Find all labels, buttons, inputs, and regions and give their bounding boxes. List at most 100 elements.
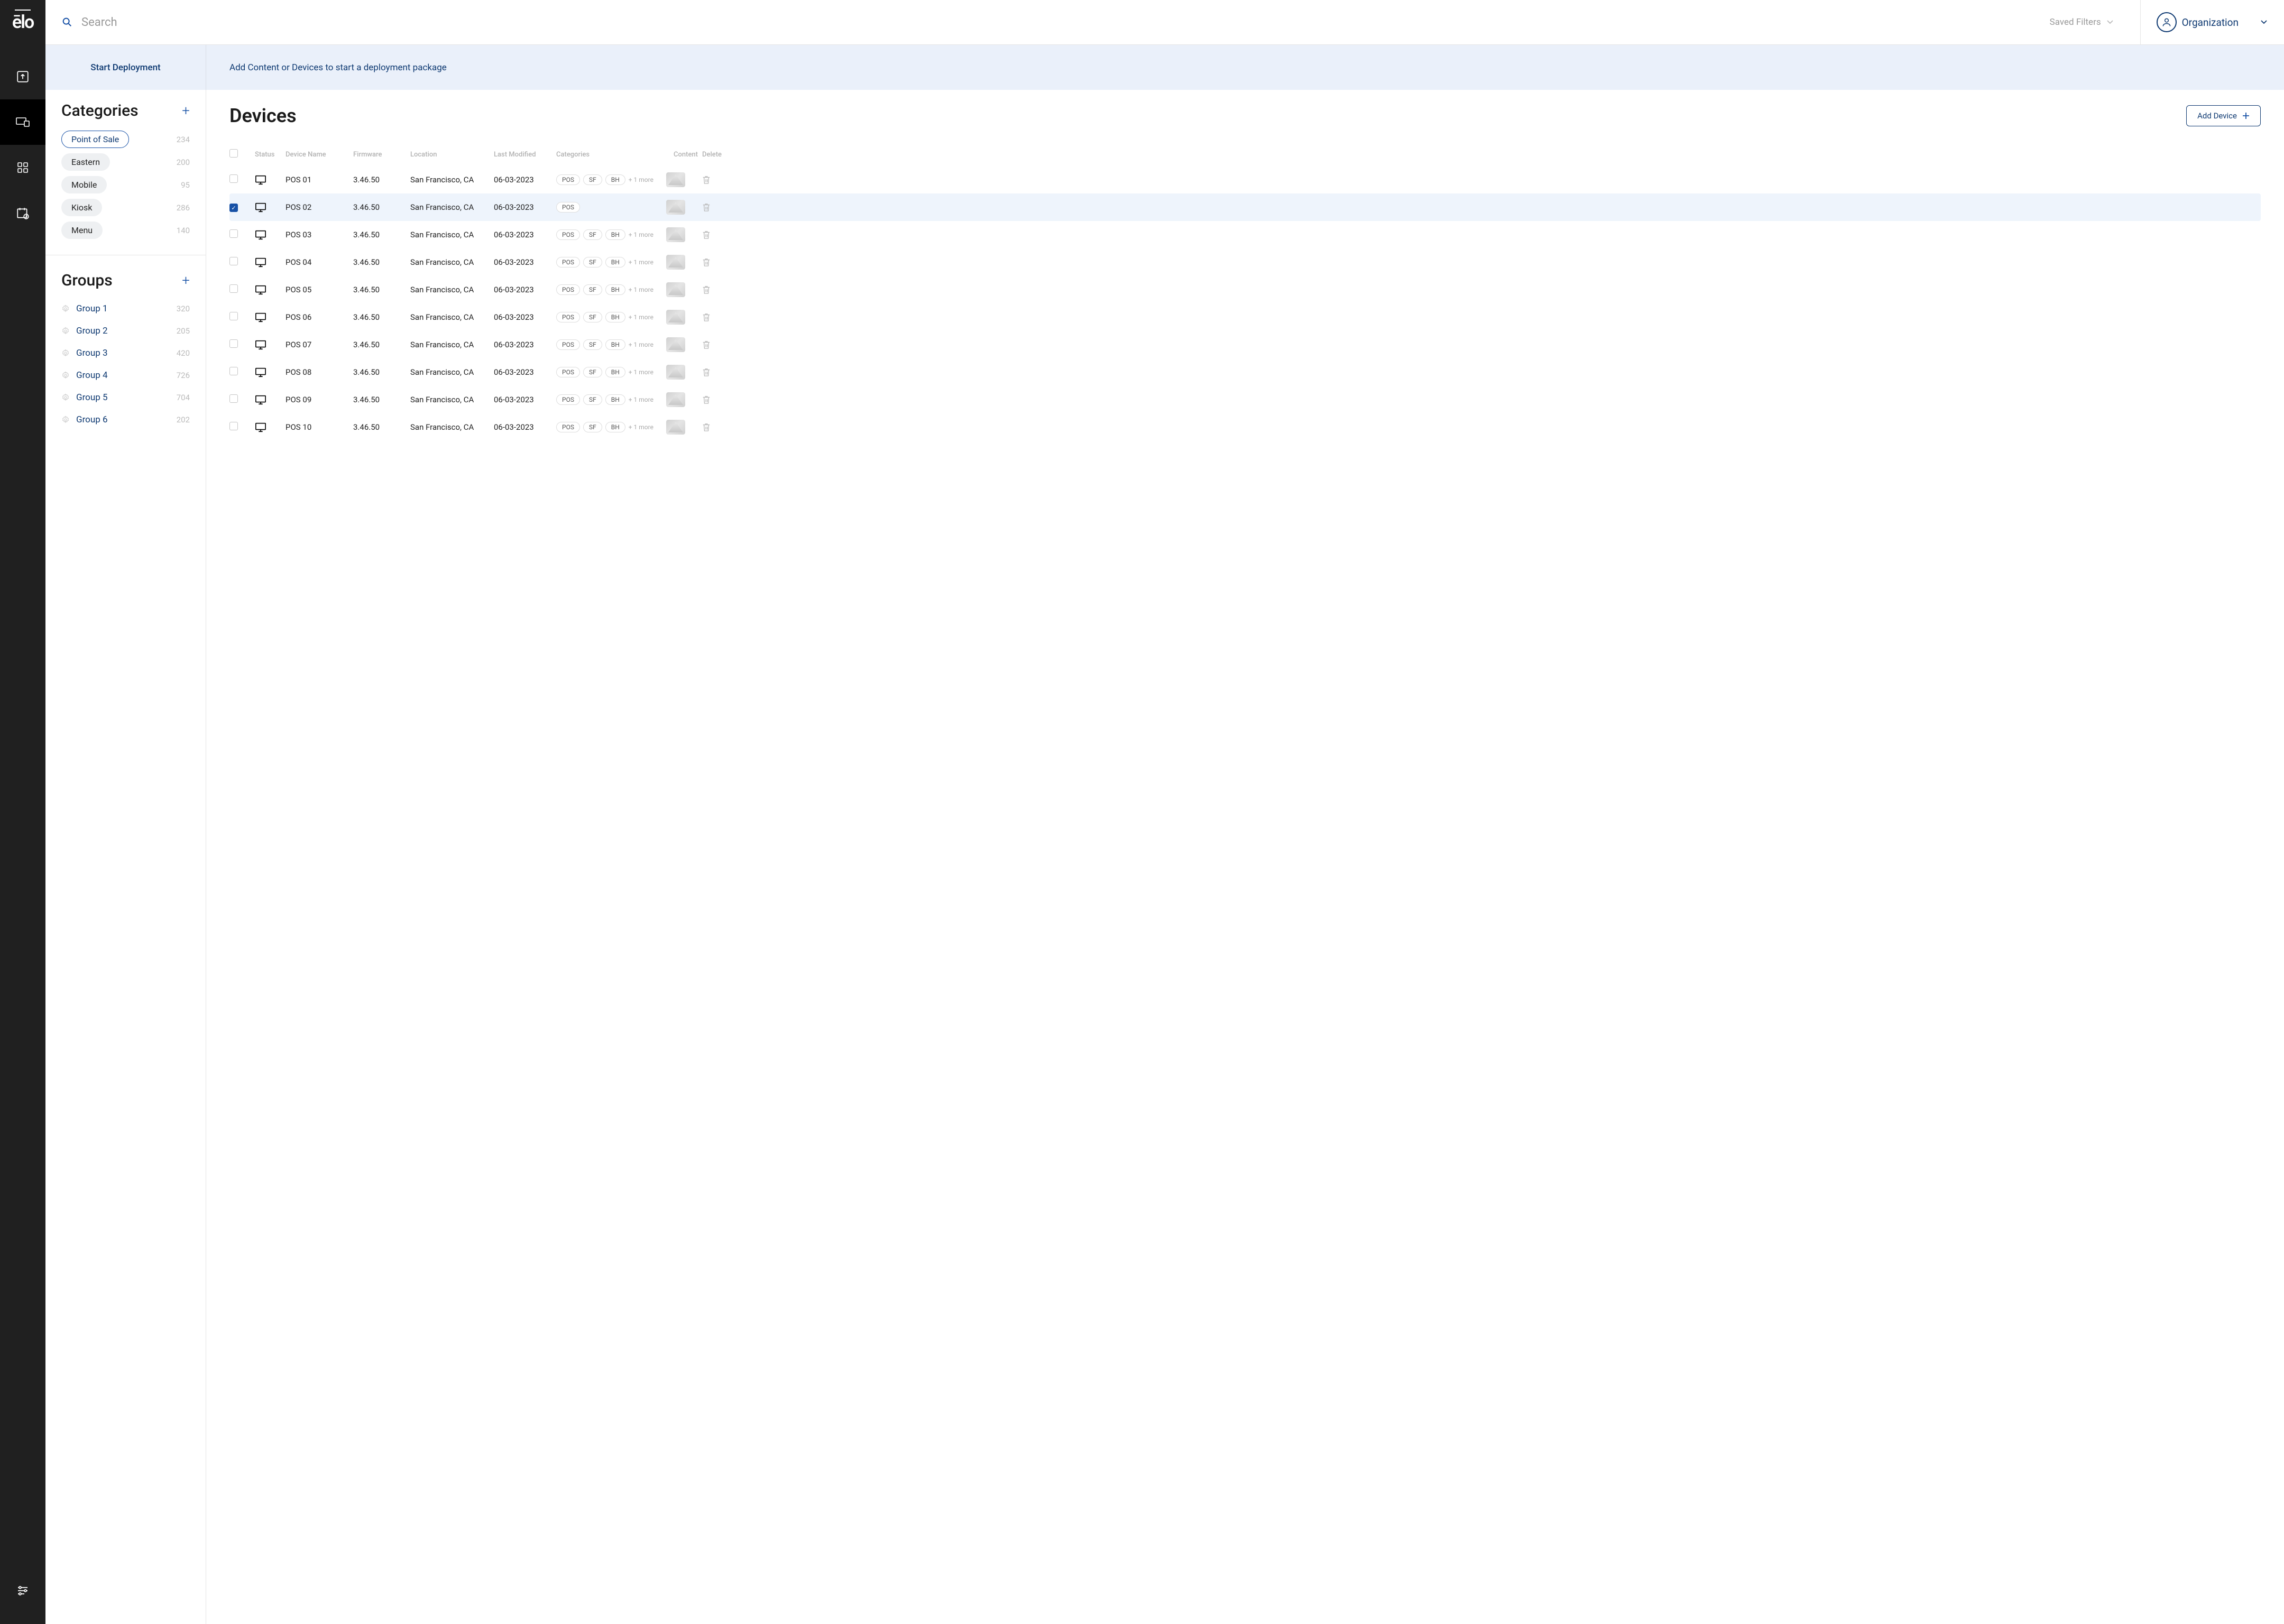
col-firmware[interactable]: Firmware [353,151,406,159]
category-tag[interactable]: BH [605,229,625,240]
organization-dropdown[interactable]: Organization [2182,16,2268,29]
content-thumbnail[interactable] [666,365,685,380]
more-tags[interactable]: + 1 more [629,341,653,348]
more-tags[interactable]: + 1 more [629,231,653,238]
col-location[interactable]: Location [410,151,490,159]
category-tag[interactable]: POS [556,202,580,213]
category-tag[interactable]: POS [556,257,580,267]
group-item[interactable]: Group 1 [61,303,108,314]
col-delete[interactable]: Delete [702,151,723,159]
content-thumbnail[interactable] [666,282,685,297]
table-row[interactable]: POS 013.46.50San Francisco, CA06-03-2023… [229,166,2261,193]
content-thumbnail[interactable] [666,337,685,352]
nav-schedule[interactable] [0,190,45,236]
table-row[interactable]: POS 083.46.50San Francisco, CA06-03-2023… [229,358,2261,386]
delete-button[interactable] [702,340,723,349]
table-row[interactable]: POS 033.46.50San Francisco, CA06-03-2023… [229,221,2261,248]
category-tag[interactable]: POS [556,422,580,432]
col-name[interactable]: Device Name [286,151,349,159]
nav-apps[interactable] [0,145,45,190]
category-tag[interactable]: BH [605,394,625,405]
table-row[interactable]: POS 103.46.50San Francisco, CA06-03-2023… [229,413,2261,441]
category-pill[interactable]: Kiosk [61,199,102,216]
table-row[interactable]: POS 063.46.50San Francisco, CA06-03-2023… [229,303,2261,331]
group-item[interactable]: Group 5 [61,392,108,403]
table-row[interactable]: POS 073.46.50San Francisco, CA06-03-2023… [229,331,2261,358]
category-pill[interactable]: Eastern [61,153,110,171]
content-thumbnail[interactable] [666,420,685,435]
category-tag[interactable]: SF [583,257,602,267]
delete-button[interactable] [702,202,723,212]
delete-button[interactable] [702,285,723,294]
table-row[interactable]: POS 053.46.50San Francisco, CA06-03-2023… [229,276,2261,303]
start-deployment-button[interactable]: Start Deployment [45,45,206,90]
category-pill[interactable]: Point of Sale [61,131,129,148]
select-all-checkbox[interactable] [229,149,238,158]
content-thumbnail[interactable] [666,200,685,215]
saved-filters-dropdown[interactable]: Saved Filters [2050,17,2114,27]
row-checkbox[interactable] [229,284,238,293]
category-tag[interactable]: POS [556,174,580,185]
more-tags[interactable]: + 1 more [629,176,653,183]
category-tag[interactable]: SF [583,422,602,432]
category-tag[interactable]: BH [605,367,625,377]
category-tag[interactable]: BH [605,422,625,432]
delete-button[interactable] [702,312,723,322]
category-tag[interactable]: POS [556,284,580,295]
more-tags[interactable]: + 1 more [629,313,653,321]
category-tag[interactable]: SF [583,312,602,322]
row-checkbox[interactable] [229,174,238,183]
nav-devices[interactable] [0,99,45,145]
more-tags[interactable]: + 1 more [629,286,653,293]
table-row[interactable]: POS 043.46.50San Francisco, CA06-03-2023… [229,248,2261,276]
add-category-button[interactable]: + [182,103,190,119]
nav-settings[interactable] [0,1568,45,1613]
category-tag[interactable]: BH [605,339,625,350]
row-checkbox[interactable] [229,394,238,403]
category-tag[interactable]: BH [605,312,625,322]
more-tags[interactable]: + 1 more [629,368,653,376]
row-checkbox[interactable] [229,422,238,430]
col-modified[interactable]: Last Modified [494,151,552,159]
category-tag[interactable]: SF [583,339,602,350]
category-tag[interactable]: POS [556,394,580,405]
category-tag[interactable]: POS [556,312,580,322]
delete-button[interactable] [702,230,723,239]
category-tag[interactable]: SF [583,229,602,240]
category-tag[interactable]: BH [605,257,625,267]
delete-button[interactable] [702,175,723,184]
category-tag[interactable]: POS [556,367,580,377]
category-tag[interactable]: BH [605,174,625,185]
category-tag[interactable]: SF [583,394,602,405]
search-input[interactable] [81,16,240,29]
category-pill[interactable]: Mobile [61,176,107,193]
category-tag[interactable]: SF [583,284,602,295]
category-tag[interactable]: SF [583,367,602,377]
add-group-button[interactable]: + [182,273,190,289]
content-thumbnail[interactable] [666,392,685,407]
more-tags[interactable]: + 1 more [629,396,653,403]
content-thumbnail[interactable] [666,172,685,187]
row-checkbox[interactable] [229,339,238,348]
delete-button[interactable] [702,422,723,432]
table-row[interactable]: POS 093.46.50San Francisco, CA06-03-2023… [229,386,2261,413]
col-categories[interactable]: Categories [556,151,662,159]
col-status[interactable]: Status [255,151,281,159]
category-tag[interactable]: BH [605,284,625,295]
delete-button[interactable] [702,367,723,377]
more-tags[interactable]: + 1 more [629,423,653,431]
category-tag[interactable]: POS [556,229,580,240]
category-tag[interactable]: SF [583,174,602,185]
row-checkbox[interactable]: ✓ [229,204,238,212]
group-item[interactable]: Group 3 [61,348,108,358]
category-pill[interactable]: Menu [61,222,103,239]
col-content[interactable]: Content [666,151,698,159]
search-icon[interactable] [61,16,73,28]
content-thumbnail[interactable] [666,255,685,270]
table-row[interactable]: ✓POS 023.46.50San Francisco, CA06-03-202… [229,193,2261,221]
category-tag[interactable]: POS [556,339,580,350]
delete-button[interactable] [702,395,723,404]
row-checkbox[interactable] [229,229,238,238]
more-tags[interactable]: + 1 more [629,259,653,266]
content-thumbnail[interactable] [666,227,685,242]
